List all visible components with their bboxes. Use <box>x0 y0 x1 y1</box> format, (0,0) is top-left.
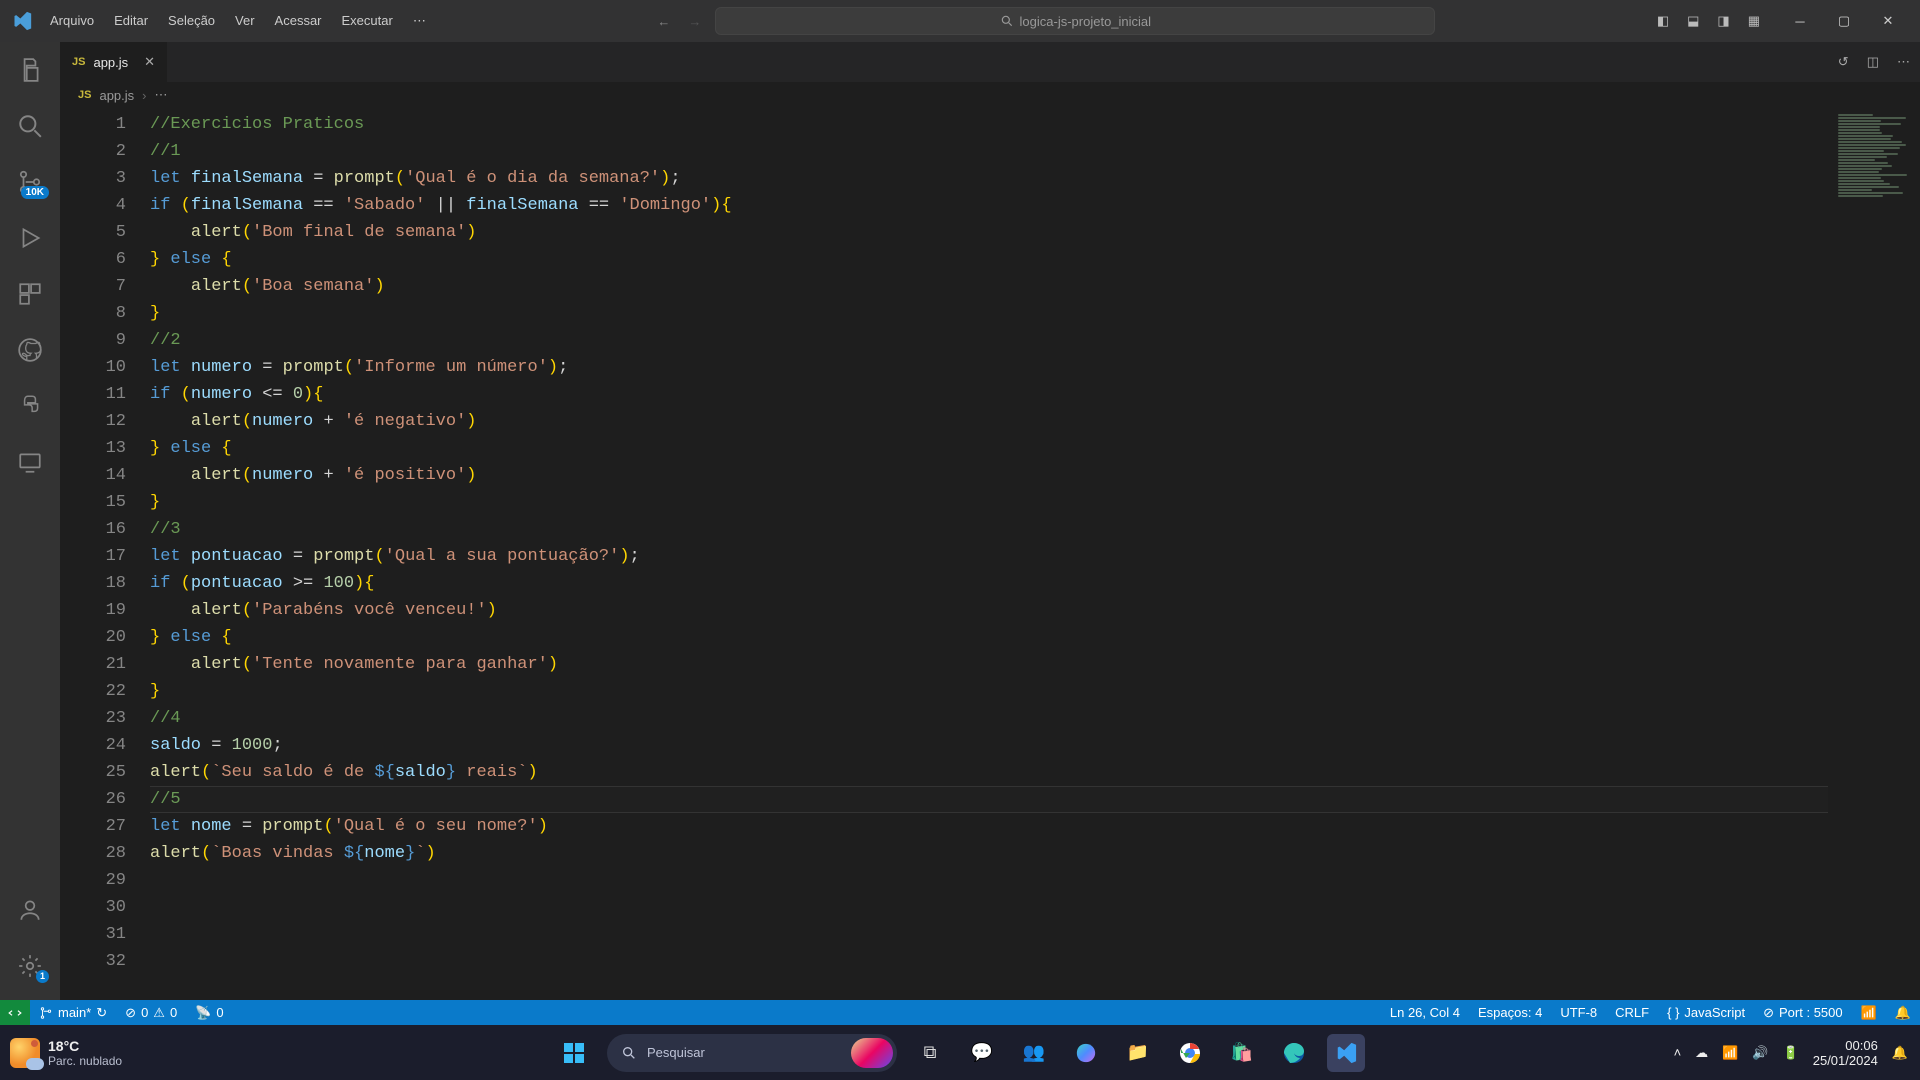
code-content[interactable]: //Exercicios Praticos//1let finalSemana … <box>150 108 1920 1000</box>
chat-icon[interactable]: 💬 <box>963 1034 1001 1072</box>
menu-seleção[interactable]: Seleção <box>158 7 225 35</box>
layout-customize-icon[interactable]: ▦ <box>1748 13 1760 29</box>
live-server-port[interactable]: ⊘Port : 5500 <box>1754 1000 1852 1025</box>
title-bar: ArquivoEditarSeleçãoVerAcessarExecutar⋯ … <box>0 0 1920 42</box>
js-file-icon: JS <box>78 89 91 101</box>
more-actions-icon[interactable]: ⋯ <box>1897 54 1910 70</box>
editor[interactable]: 1234567891011121314151617181920212223242… <box>60 108 1920 1000</box>
ports[interactable]: 📡0 <box>186 1000 232 1025</box>
layout-sidebar-left-icon[interactable]: ◧ <box>1657 13 1669 29</box>
weather-label: Parc. nublado <box>48 1054 122 1068</box>
system-tray: ˄ ☁ 📶 🔊 🔋 00:06 25/01/2024 🔔 <box>1674 1038 1908 1068</box>
sync-icon[interactable]: ↻ <box>96 1005 107 1021</box>
search-highlight-art <box>851 1038 893 1068</box>
vscode-logo-icon <box>4 11 40 31</box>
github-icon[interactable] <box>6 330 54 370</box>
wifi-icon[interactable]: 📶 <box>1722 1045 1738 1061</box>
window-minimize-button[interactable]: ─ <box>1778 0 1822 42</box>
menu-arquivo[interactable]: Arquivo <box>40 7 104 35</box>
taskbar-search[interactable]: Pesquisar <box>607 1034 897 1072</box>
nav-forward-icon[interactable]: → <box>688 14 701 29</box>
timeline-icon[interactable]: ↺ <box>1838 54 1849 70</box>
menubar: ArquivoEditarSeleçãoVerAcessarExecutar⋯ <box>40 7 436 35</box>
taskbar-clock[interactable]: 00:06 25/01/2024 <box>1813 1038 1878 1068</box>
source-control-icon[interactable]: 10K <box>6 162 54 202</box>
git-branch[interactable]: main* ↻ <box>30 1000 116 1025</box>
weather-icon <box>10 1038 40 1068</box>
teams-icon[interactable]: 👥 <box>1015 1034 1053 1072</box>
settings-gear-icon[interactable]: 1 <box>6 946 54 986</box>
copilot-icon[interactable] <box>1067 1034 1105 1072</box>
task-view-icon[interactable]: ⧉ <box>911 1034 949 1072</box>
eol[interactable]: CRLF <box>1606 1000 1658 1025</box>
edge-icon[interactable] <box>1275 1034 1313 1072</box>
search-placeholder: logica-js-projeto_inicial <box>1020 14 1152 29</box>
menu-ver[interactable]: Ver <box>225 7 265 35</box>
encoding[interactable]: UTF-8 <box>1551 1000 1606 1025</box>
onedrive-icon[interactable]: ☁ <box>1695 1045 1708 1061</box>
start-button[interactable] <box>555 1034 593 1072</box>
split-editor-icon[interactable]: ◫ <box>1867 54 1879 70</box>
breadcrumb-tail: ⋯ <box>155 87 168 103</box>
tab-app-js[interactable]: JS app.js ✕ <box>60 42 168 82</box>
command-center-search[interactable]: logica-js-projeto_inicial <box>715 7 1435 35</box>
weather-temp: 18°C <box>48 1038 122 1054</box>
breadcrumb-file: app.js <box>99 88 134 103</box>
tab-filename: app.js <box>93 55 128 70</box>
remote-explorer-icon[interactable] <box>6 442 54 482</box>
notifications-bell-icon[interactable]: 🔔 <box>1892 1045 1908 1061</box>
remote-indicator[interactable] <box>0 1000 30 1025</box>
accounts-icon[interactable] <box>6 890 54 930</box>
explorer-icon[interactable] <box>6 50 54 90</box>
tray-chevron-icon[interactable]: ˄ <box>1674 1045 1682 1060</box>
taskbar-weather[interactable]: 18°C Parc. nublado <box>10 1038 122 1068</box>
window-close-button[interactable]: ✕ <box>1866 0 1910 42</box>
notifications-icon[interactable]: 🔔 <box>1886 1000 1920 1025</box>
search-icon[interactable] <box>6 106 54 146</box>
menu-acessar[interactable]: Acessar <box>265 7 332 35</box>
layout-sidebar-right-icon[interactable]: ◨ <box>1717 13 1729 29</box>
volume-icon[interactable]: 🔊 <box>1752 1045 1768 1061</box>
windows-taskbar: 18°C Parc. nublado Pesquisar ⧉ 💬 👥 📁 🛍️ <box>0 1025 1920 1080</box>
language-mode[interactable]: { }JavaScript <box>1658 1000 1754 1025</box>
line-gutter: 1234567891011121314151617181920212223242… <box>60 108 150 1000</box>
status-bar: main* ↻ ⊘0 ⚠0 📡0 Ln 26, Col 4 Espaços: 4… <box>0 1000 1920 1025</box>
battery-icon[interactable]: 🔋 <box>1783 1045 1799 1061</box>
menu-executar[interactable]: Executar <box>332 7 403 35</box>
run-debug-icon[interactable] <box>6 218 54 258</box>
python-icon[interactable] <box>6 386 54 426</box>
settings-badge: 1 <box>36 970 49 983</box>
menu-⋯[interactable]: ⋯ <box>403 7 436 35</box>
activity-bar: 10K 1 <box>0 42 60 1000</box>
store-icon[interactable]: 🛍️ <box>1223 1034 1261 1072</box>
indentation[interactable]: Espaços: 4 <box>1469 1000 1551 1025</box>
golive-icon[interactable]: 📶 <box>1852 1000 1886 1025</box>
taskbar-search-placeholder: Pesquisar <box>647 1045 705 1060</box>
tab-bar: JS app.js ✕ ↺ ◫ ⋯ <box>60 42 1920 82</box>
nav-back-icon[interactable]: ← <box>657 14 670 29</box>
js-file-icon: JS <box>72 56 85 68</box>
cursor-position[interactable]: Ln 26, Col 4 <box>1381 1000 1469 1025</box>
window-maximize-button[interactable]: ▢ <box>1822 0 1866 42</box>
source-control-badge: 10K <box>21 186 49 199</box>
minimap[interactable] <box>1828 108 1920 1000</box>
problems[interactable]: ⊘0 ⚠0 <box>116 1000 186 1025</box>
tab-close-icon[interactable]: ✕ <box>144 54 155 70</box>
file-explorer-icon[interactable]: 📁 <box>1119 1034 1157 1072</box>
layout-panel-icon[interactable]: ⬓ <box>1687 13 1699 29</box>
vscode-taskbar-icon[interactable] <box>1327 1034 1365 1072</box>
menu-editar[interactable]: Editar <box>104 7 158 35</box>
chrome-icon[interactable] <box>1171 1034 1209 1072</box>
extensions-icon[interactable] <box>6 274 54 314</box>
breadcrumb[interactable]: JS app.js › ⋯ <box>60 82 1920 108</box>
